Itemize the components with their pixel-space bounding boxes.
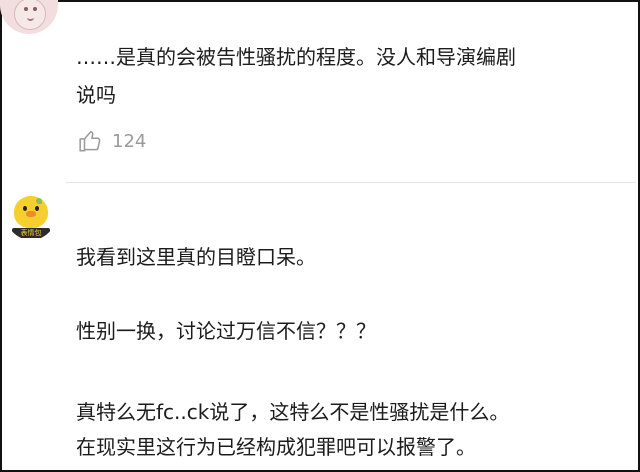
- comment-divider: [66, 182, 636, 183]
- chick-beak: [26, 211, 36, 217]
- comment-1-text-line-1: ……是真的会被告性骚扰的程度。没人和导演编剧: [76, 45, 516, 69]
- chick-eye: [35, 206, 39, 211]
- comment-2-paragraph-3-line-2: 在现实里这行为已经构成犯罪吧可以报警了。: [76, 435, 476, 459]
- chick-eye: [23, 206, 27, 211]
- comment-2-paragraph-1: 我看到这里真的目瞪口呆。: [76, 245, 316, 269]
- avatar-eye: [24, 7, 28, 11]
- thumbs-up-icon: [79, 131, 101, 152]
- avatar-mouth: [27, 15, 34, 21]
- sprout-icon: [36, 198, 42, 204]
- comment-2-paragraph-3-line-1: 真特么无fc..ck说了，这特么不是性骚扰是什么。: [76, 400, 510, 424]
- avatar-face: [14, 0, 46, 30]
- commenter-avatar-2[interactable]: 表情包: [6, 190, 56, 240]
- comment-2-paragraph-2: 性别一换，讨论过万信不信？？？: [76, 319, 376, 343]
- chick-avatar-image: [14, 196, 48, 228]
- like-button[interactable]: 124: [78, 126, 146, 156]
- avatar-eye: [33, 7, 37, 11]
- comment-1-text-line-2: 说吗: [76, 83, 116, 107]
- like-count: 124: [112, 130, 147, 152]
- avatar-caption: 表情包: [12, 228, 50, 238]
